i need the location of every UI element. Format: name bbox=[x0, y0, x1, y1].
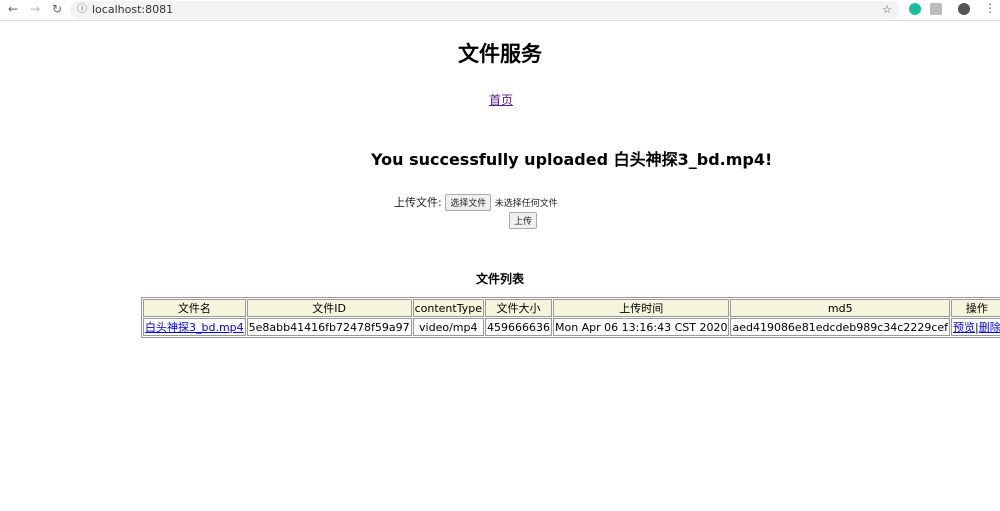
choose-file-button[interactable]: 选择文件 bbox=[445, 194, 492, 211]
page-title: 文件服务 bbox=[458, 42, 542, 66]
home-link[interactable]: 首页 bbox=[489, 91, 513, 108]
table-header-row: 文件名 文件ID contentType 文件大小 上传时间 md5 操作 bbox=[143, 299, 1000, 317]
header-actions: 操作 bbox=[951, 299, 1000, 317]
upload-time: Mon Apr 06 13:16:43 CST 2020 bbox=[552, 318, 730, 336]
content-type: video/mp4 bbox=[412, 318, 484, 336]
extension2-icon[interactable] bbox=[930, 3, 942, 15]
forward-icon[interactable]: → bbox=[30, 2, 40, 16]
header-filename: 文件名 bbox=[143, 299, 246, 317]
bookmark-star-icon[interactable]: ☆ bbox=[882, 1, 892, 19]
extension-icon[interactable] bbox=[909, 3, 921, 15]
table-row: 白头神探3_bd.mp4 5e8abb41416fb72478f59a97 vi… bbox=[143, 318, 1000, 336]
file-size: 459666636 bbox=[484, 318, 552, 336]
preview-link[interactable]: 预览 bbox=[953, 321, 975, 334]
back-icon[interactable]: ← bbox=[8, 2, 18, 16]
info-icon: ⓘ bbox=[77, 4, 87, 15]
no-file-text: 未选择任何文件 bbox=[494, 199, 558, 209]
actions-cell: 预览|删除 bbox=[951, 318, 1000, 336]
file-id: 5e8abb41416fb72478f59a97 bbox=[246, 318, 412, 336]
header-md5: md5 bbox=[730, 299, 951, 317]
url-text: localhost:8081 bbox=[92, 3, 174, 16]
header-file-id: 文件ID bbox=[246, 299, 412, 317]
address-bar[interactable]: ⓘ localhost:8081 ☆ bbox=[70, 1, 900, 19]
header-upload-time: 上传时间 bbox=[552, 299, 730, 317]
file-table: 文件名 文件ID contentType 文件大小 上传时间 md5 操作 白头… bbox=[141, 297, 1000, 338]
upload-submit-button[interactable]: 上传 bbox=[509, 212, 538, 229]
browser-toolbar: ← → ↻ ⓘ localhost:8081 ☆ ⋮ bbox=[0, 0, 1000, 21]
file-name-link[interactable]: 白头神探3_bd.mp4 bbox=[145, 321, 244, 334]
upload-label: 上传文件: bbox=[394, 196, 442, 209]
upload-success-message: You successfully uploaded 白头神探3_bd.mp4! bbox=[371, 150, 773, 169]
header-size: 文件大小 bbox=[484, 299, 552, 317]
profile-icon[interactable] bbox=[958, 3, 970, 15]
menu-icon[interactable]: ⋮ bbox=[984, 1, 996, 15]
upload-form: 上传文件: 选择文件 未选择任何文件 bbox=[394, 194, 558, 211]
delete-link[interactable]: 删除 bbox=[979, 321, 1000, 334]
header-content-type: contentType bbox=[412, 299, 484, 317]
file-list-title: 文件列表 bbox=[475, 272, 524, 286]
md5: aed419086e81edcdeb989c34c2229cef bbox=[730, 318, 951, 336]
reload-icon[interactable]: ↻ bbox=[52, 2, 62, 16]
